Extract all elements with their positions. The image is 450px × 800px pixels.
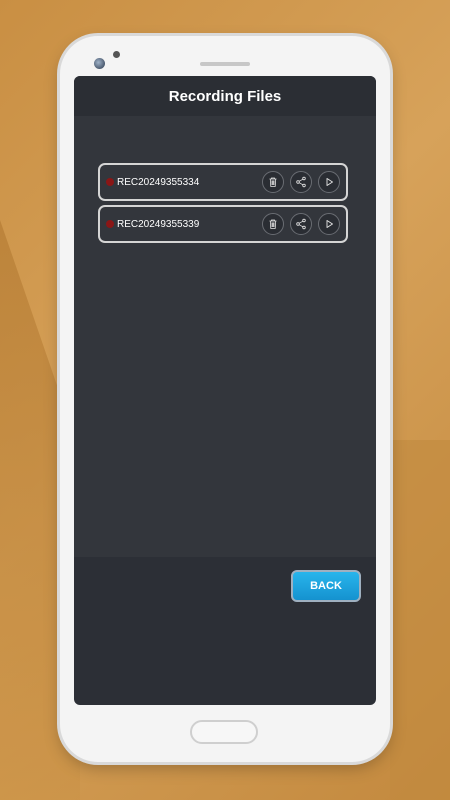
recordings-list: REC20249355334 REC20249355339 <box>74 116 376 557</box>
record-dot-icon <box>106 220 114 228</box>
file-name: REC20249355339 <box>117 218 200 230</box>
share-icon <box>296 176 306 188</box>
play-button[interactable] <box>318 171 340 193</box>
play-icon <box>326 178 333 186</box>
phone-frame: Recording Files REC20249355334 REC202493… <box>60 36 390 762</box>
delete-button[interactable] <box>262 171 284 193</box>
earpiece-speaker <box>200 62 250 66</box>
share-button[interactable] <box>290 171 312 193</box>
list-item[interactable]: REC20249355339 <box>98 205 348 243</box>
trash-icon <box>269 219 277 229</box>
file-name: REC20249355334 <box>117 176 200 188</box>
sensor-icon <box>113 51 120 58</box>
back-button[interactable]: BACK <box>291 570 361 602</box>
title-bar: Recording Files <box>74 76 376 116</box>
share-button[interactable] <box>290 213 312 235</box>
record-dot-icon <box>106 178 114 186</box>
delete-button[interactable] <box>262 213 284 235</box>
background-shape-right <box>390 440 450 800</box>
play-icon <box>326 220 333 228</box>
home-button[interactable] <box>190 720 258 744</box>
page-title: Recording Files <box>168 87 282 105</box>
play-button[interactable] <box>318 213 340 235</box>
list-item[interactable]: REC20249355334 <box>98 163 348 201</box>
trash-icon <box>269 177 277 187</box>
app-screen: Recording Files REC20249355334 REC202493… <box>74 76 376 705</box>
share-icon <box>296 218 306 230</box>
front-camera-icon <box>94 58 105 69</box>
